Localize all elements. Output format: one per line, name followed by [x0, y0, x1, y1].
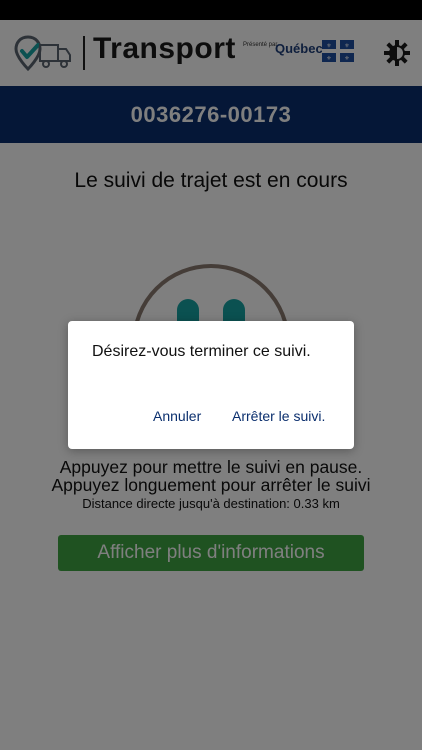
stop-tracking-button[interactable]: Arrêter le suivi. [232, 408, 325, 424]
status-bar [0, 0, 422, 20]
dialog-message: Désirez-vous terminer ce suivi. [92, 343, 311, 360]
confirm-stop-dialog: Désirez-vous terminer ce suivi. Annuler … [68, 321, 354, 449]
cancel-button[interactable]: Annuler [153, 408, 201, 424]
